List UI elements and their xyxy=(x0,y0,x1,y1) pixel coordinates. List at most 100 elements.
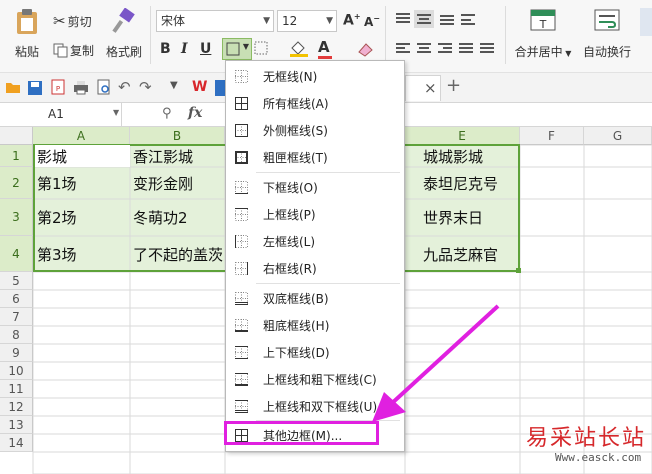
top-thick-bottom-border-icon xyxy=(235,372,248,386)
row-header[interactable]: 10 xyxy=(0,362,33,380)
wps-logo-icon: W xyxy=(192,79,208,95)
border-dropdown-button[interactable]: ▼ xyxy=(222,38,252,60)
annotation-arrow xyxy=(372,304,500,422)
format-painter-button[interactable]: 格式刷 xyxy=(104,7,144,60)
shrink-font-icon[interactable]: A− xyxy=(364,14,380,29)
cell-a1[interactable]: 影城 xyxy=(35,145,130,167)
column-header[interactable]: E xyxy=(405,127,520,145)
copy-button[interactable]: 复制 xyxy=(53,42,94,59)
cell-e3[interactable]: 世界末日 xyxy=(421,199,518,236)
zoom-formula-icon[interactable]: ⚲ xyxy=(162,106,172,121)
fill-color-icon[interactable] xyxy=(289,40,311,61)
cell-a2[interactable]: 第1场 xyxy=(35,167,130,199)
row-header[interactable]: 14 xyxy=(0,434,33,452)
menu-item-outside-borders[interactable]: 外侧框线(S) xyxy=(226,117,404,143)
cell-e2[interactable]: 泰坦尼克号 xyxy=(421,167,518,199)
align-right-icon[interactable] xyxy=(437,42,453,59)
ribbon-overflow xyxy=(640,8,652,36)
cell-b3[interactable]: 冬萌功2 xyxy=(131,199,224,236)
cell-e1[interactable]: 城城影城 xyxy=(421,145,518,167)
customize-toolbar-icon[interactable]: ▼ xyxy=(170,80,178,91)
watermark-url: Www.easck.com xyxy=(555,451,642,464)
cell-b2[interactable]: 变形金刚 xyxy=(131,167,224,199)
cell-a3[interactable]: 第2场 xyxy=(35,199,130,236)
menu-item-left-border[interactable]: 左框线(L) xyxy=(226,228,404,254)
menu-separator xyxy=(256,172,400,173)
ribbon-divider xyxy=(385,6,386,64)
justify-icon[interactable] xyxy=(458,42,474,59)
row-header[interactable]: 7 xyxy=(0,308,33,326)
row-header[interactable]: 8 xyxy=(0,326,33,344)
function-icon[interactable]: fx xyxy=(188,105,202,121)
more-borders-icon xyxy=(235,428,248,442)
underline-icon[interactable]: U xyxy=(200,41,211,57)
row-header[interactable]: 12 xyxy=(0,398,33,416)
select-all-corner[interactable] xyxy=(0,127,33,145)
menu-item-top-border[interactable]: 上框线(P) xyxy=(226,201,404,227)
row-header[interactable]: 3 xyxy=(0,199,33,236)
svg-text:P: P xyxy=(56,85,60,93)
cell-e4[interactable]: 九品芝麻官 xyxy=(421,236,518,272)
cell-b1[interactable]: 香江影城 xyxy=(131,145,224,167)
chevron-down-icon: ▼ xyxy=(242,42,249,51)
border-grid-icon[interactable] xyxy=(254,41,272,60)
wrap-text-button[interactable]: 自动换行 xyxy=(579,8,635,60)
redo-icon[interactable]: ↷ xyxy=(139,78,152,96)
print-icon[interactable] xyxy=(73,80,89,98)
row-header[interactable]: 1 xyxy=(0,145,33,167)
open-folder-icon[interactable] xyxy=(5,80,21,97)
watermark-title: 易采站长站 xyxy=(526,426,647,451)
font-name-select[interactable]: 宋体 ▼ xyxy=(156,10,274,32)
menu-item-no-border[interactable]: 无框线(N) xyxy=(226,63,404,89)
column-header[interactable]: G xyxy=(584,127,652,145)
menu-item-bottom-border[interactable]: 下框线(O) xyxy=(226,174,404,200)
row-header[interactable]: 11 xyxy=(0,380,33,398)
row-header[interactable]: 4 xyxy=(0,236,33,272)
menu-item-right-border[interactable]: 右框线(R) xyxy=(226,255,404,281)
row-header[interactable]: 13 xyxy=(0,416,33,434)
chevron-down-icon: ▼ xyxy=(113,108,120,117)
bold-icon[interactable]: B xyxy=(160,41,171,57)
merge-center-button[interactable]: T 合并居中 ▼ xyxy=(512,8,574,60)
row-header[interactable]: 2 xyxy=(0,167,33,199)
cell-a4[interactable]: 第3场 xyxy=(35,236,130,272)
row-header[interactable]: 6 xyxy=(0,290,33,308)
text-direction-icon[interactable] xyxy=(460,12,478,29)
row-header[interactable]: 5 xyxy=(0,272,33,290)
column-header[interactable]: B xyxy=(130,127,225,145)
column-header[interactable]: F xyxy=(520,127,584,145)
italic-icon[interactable]: I xyxy=(181,41,188,57)
cut-button[interactable]: ✂ 剪切 xyxy=(53,12,92,30)
close-tab-icon[interactable]: × xyxy=(424,79,437,97)
print-preview-icon[interactable] xyxy=(96,79,112,98)
name-box[interactable]: A1 ▼ xyxy=(0,103,122,126)
column-header[interactable]: A xyxy=(33,127,130,145)
undo-icon[interactable]: ↶ xyxy=(118,78,131,96)
chevron-down-icon: ▼ xyxy=(263,16,270,26)
align-middle-icon[interactable] xyxy=(414,10,434,28)
menu-item-all-borders[interactable]: 所有框线(A) xyxy=(226,90,404,116)
clear-format-icon[interactable] xyxy=(356,40,376,61)
bottom-border-icon xyxy=(235,180,248,194)
row-header[interactable]: 9 xyxy=(0,344,33,362)
align-center-icon[interactable] xyxy=(416,42,432,59)
border-icon xyxy=(226,42,240,56)
distributed-icon[interactable] xyxy=(479,42,495,59)
brush-icon xyxy=(112,7,135,33)
clipboard-icon xyxy=(17,9,37,34)
add-tab-icon[interactable]: + xyxy=(446,75,461,96)
cell-b4[interactable]: 了不起的盖茨 xyxy=(131,236,224,272)
font-size-select[interactable]: 12 ▼ xyxy=(277,10,337,32)
ribbon-divider xyxy=(150,6,151,64)
workbook-tab[interactable]: × xyxy=(405,75,441,101)
align-left-icon[interactable] xyxy=(395,42,411,59)
right-border-icon xyxy=(235,261,248,275)
menu-item-thick-box-border[interactable]: 粗匣框线(T) xyxy=(226,144,404,170)
paste-button[interactable]: 粘贴 xyxy=(8,8,46,60)
save-icon[interactable] xyxy=(27,80,43,99)
font-color-icon[interactable]: A xyxy=(318,38,332,59)
align-top-icon[interactable] xyxy=(395,12,411,29)
grow-font-icon[interactable]: A+ xyxy=(343,12,361,29)
align-bottom-icon[interactable] xyxy=(439,12,455,29)
export-pdf-icon[interactable]: P xyxy=(50,79,66,98)
